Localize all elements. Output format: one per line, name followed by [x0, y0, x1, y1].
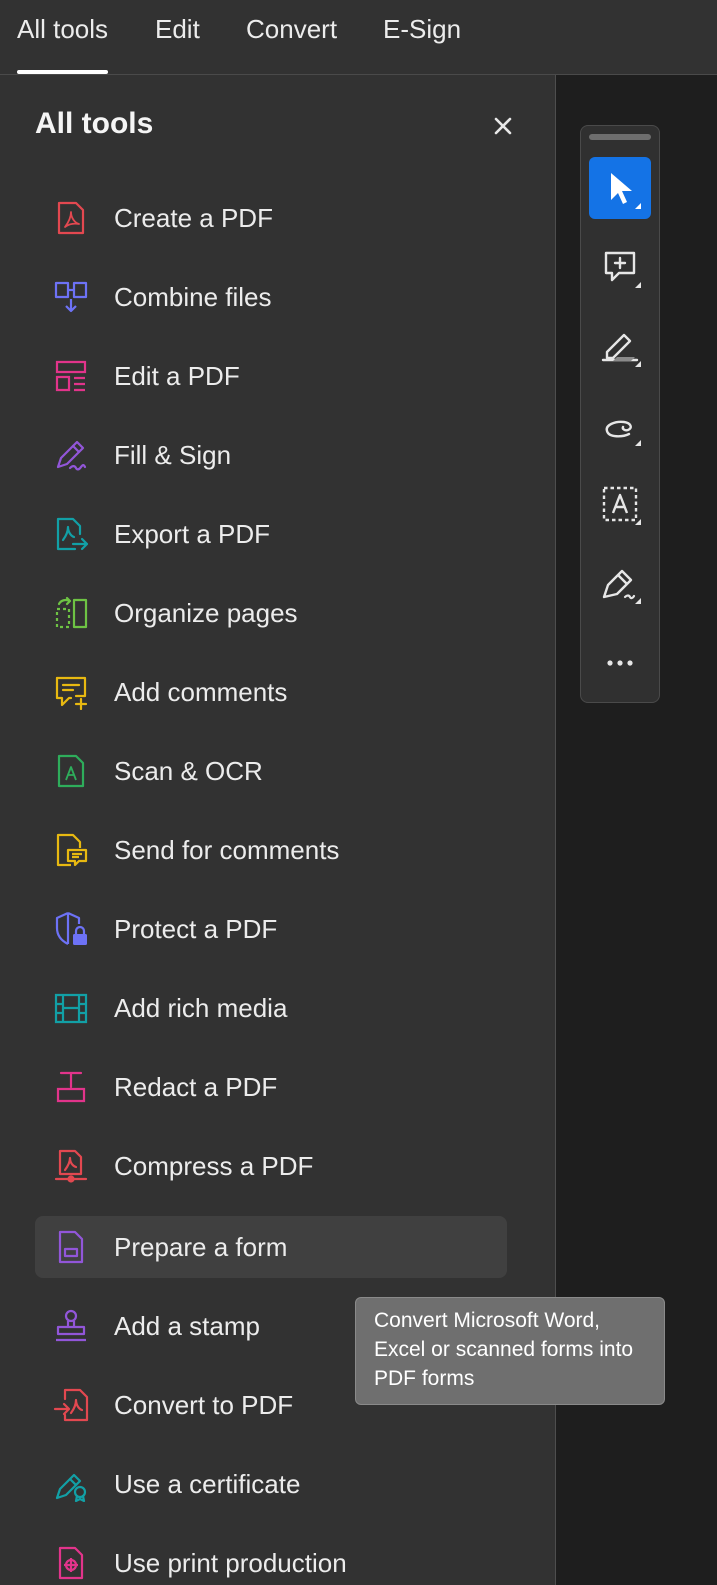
- tool-export-pdf[interactable]: Export a PDF: [35, 503, 507, 565]
- create-pdf-icon: [53, 200, 89, 236]
- tool-label: Add rich media: [114, 993, 288, 1023]
- cursor-icon: [611, 173, 641, 209]
- sign-tool-button[interactable]: [589, 552, 651, 614]
- tool-create-pdf[interactable]: Create a PDF: [35, 187, 507, 249]
- organize-pages-icon: [53, 595, 89, 631]
- tool-compress-pdf[interactable]: Compress a PDF: [35, 1135, 507, 1197]
- edit-pdf-icon: [53, 358, 89, 394]
- prepare-form-icon: [53, 1229, 89, 1265]
- convert-to-pdf-icon: [53, 1387, 89, 1423]
- print-production-icon: [53, 1545, 89, 1581]
- text-box-icon: [602, 486, 641, 525]
- more-icon: [607, 660, 633, 666]
- send-for-comments-icon: [53, 832, 89, 868]
- close-icon[interactable]: [490, 113, 516, 139]
- tool-label: Protect a PDF: [114, 914, 278, 944]
- export-pdf-icon: [53, 516, 89, 552]
- fill-sign-icon: [53, 437, 89, 473]
- tool-prepare-form[interactable]: Prepare a form: [35, 1216, 507, 1278]
- tool-label: Prepare a form: [114, 1232, 288, 1262]
- freehand-draw-icon: [605, 420, 641, 446]
- tab-convert[interactable]: Convert: [246, 0, 337, 75]
- tool-send-for-comments[interactable]: Send for comments: [35, 819, 507, 881]
- tool-redact-pdf[interactable]: Redact a PDF: [35, 1056, 507, 1118]
- tool-label: Convert to PDF: [114, 1390, 294, 1420]
- tab-e-sign[interactable]: E-Sign: [383, 0, 461, 75]
- protect-pdf-icon: [53, 911, 89, 947]
- highlighter-icon: [601, 333, 641, 367]
- tool-label: Use a certificate: [114, 1469, 301, 1499]
- tool-label: Combine files: [114, 282, 272, 312]
- tool-label: Organize pages: [114, 598, 298, 628]
- tool-label: Send for comments: [114, 835, 340, 865]
- combine-files-icon: [53, 279, 89, 315]
- tool-combine-files[interactable]: Combine files: [35, 266, 507, 328]
- top-nav-bar: All tools Edit Convert E-Sign: [0, 0, 717, 75]
- tool-use-certificate[interactable]: Use a certificate: [35, 1453, 507, 1515]
- tool-organize-pages[interactable]: Organize pages: [35, 582, 507, 644]
- tab-all-tools[interactable]: All tools: [17, 0, 109, 75]
- tool-label: Create a PDF: [114, 203, 273, 233]
- rich-media-icon: [53, 990, 89, 1026]
- panel-title: All tools: [35, 107, 154, 140]
- certificate-icon: [53, 1466, 89, 1503]
- tool-fill-sign[interactable]: Fill & Sign: [35, 424, 507, 486]
- text-select-tool-button[interactable]: [589, 473, 651, 535]
- redact-pdf-icon: [53, 1069, 89, 1105]
- toolbar-drag-handle[interactable]: [589, 134, 651, 140]
- tool-label: Edit a PDF: [114, 361, 240, 391]
- comment-add-icon: [604, 251, 641, 288]
- tool-label: Redact a PDF: [114, 1072, 278, 1102]
- compress-pdf-icon: [53, 1148, 89, 1184]
- tool-label: Scan & OCR: [114, 756, 263, 786]
- tool-add-comments[interactable]: Add comments: [35, 661, 507, 723]
- tool-label: Add comments: [114, 677, 288, 707]
- tool-label: Fill & Sign: [114, 440, 232, 470]
- tool-scan-ocr[interactable]: Scan & OCR: [35, 740, 507, 802]
- tool-use-print-production[interactable]: Use print production: [35, 1532, 507, 1585]
- tool-protect-pdf[interactable]: Protect a PDF: [35, 898, 507, 960]
- tool-label: Add a stamp: [114, 1311, 260, 1341]
- quick-tools-toolbar: [580, 125, 660, 703]
- tooltip-prepare-form: Convert Microsoft Word, Excel or scanned…: [355, 1297, 665, 1405]
- stamp-icon: [53, 1308, 89, 1344]
- scan-ocr-icon: [53, 753, 89, 789]
- tool-label: Compress a PDF: [114, 1151, 314, 1181]
- pen-sign-icon: [602, 569, 641, 604]
- add-comments-icon: [53, 674, 89, 711]
- highlight-tool-button[interactable]: [589, 315, 651, 377]
- tool-label: Use print production: [114, 1548, 347, 1578]
- tab-edit[interactable]: Edit: [155, 0, 200, 75]
- tool-edit-pdf[interactable]: Edit a PDF: [35, 345, 507, 407]
- select-tool-button[interactable]: [589, 157, 651, 219]
- tool-add-rich-media[interactable]: Add rich media: [35, 977, 507, 1039]
- tool-label: Export a PDF: [114, 519, 271, 549]
- add-comment-tool-button[interactable]: [589, 236, 651, 298]
- draw-tool-button[interactable]: [589, 394, 651, 456]
- more-tools-button[interactable]: [589, 631, 651, 693]
